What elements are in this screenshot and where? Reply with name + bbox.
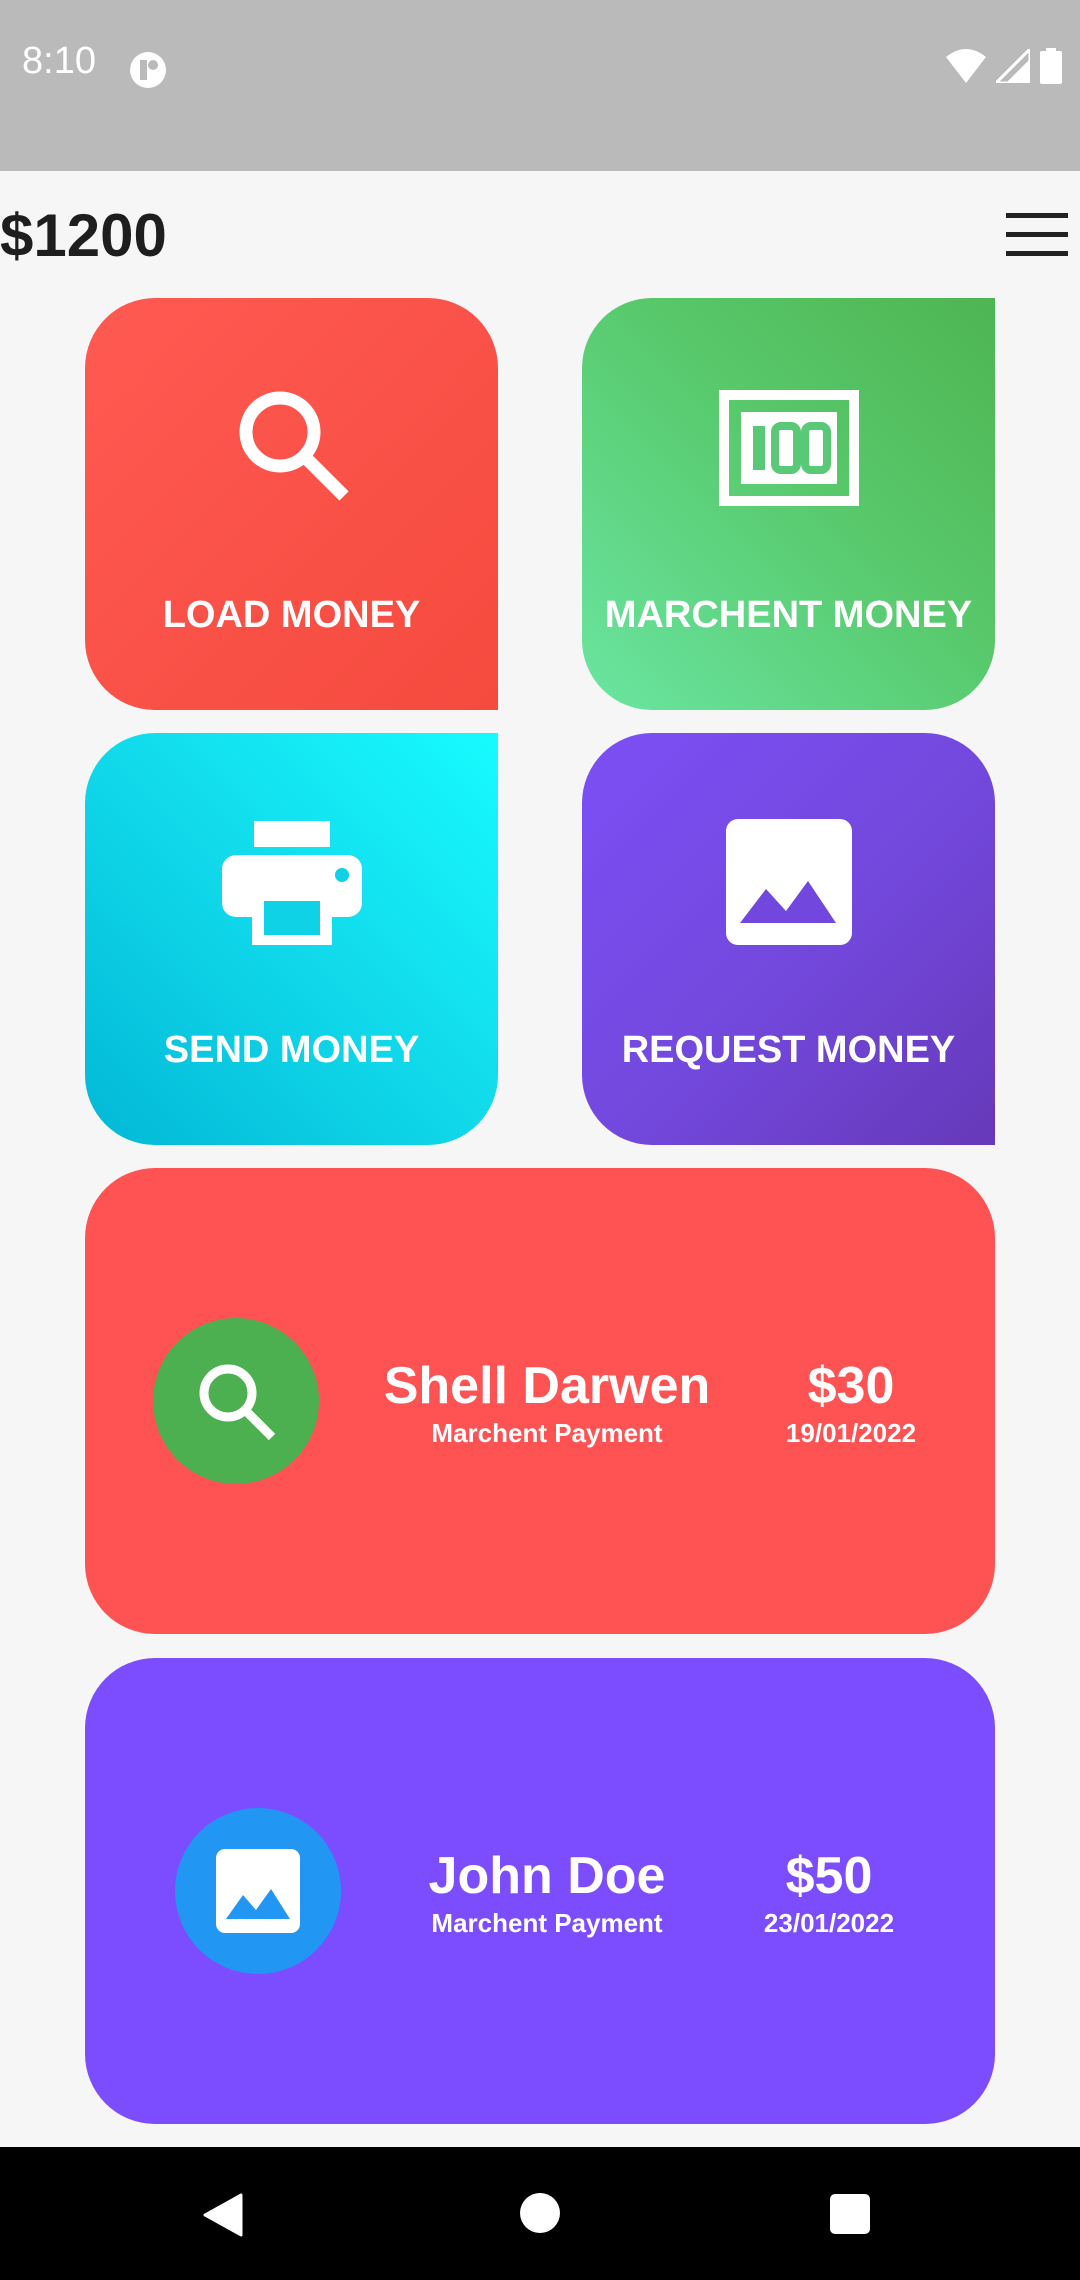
request-money-button[interactable]: REQUEST MONEY bbox=[582, 733, 995, 1145]
marchent-money-button[interactable]: MARCHENT MONEY bbox=[582, 298, 995, 710]
send-money-button[interactable]: SEND MONEY bbox=[85, 733, 498, 1145]
transaction-type: Marchent Payment bbox=[431, 1418, 663, 1448]
transaction-card[interactable]: Shell Darwen Marchent Payment $30 19/01/… bbox=[85, 1168, 995, 1634]
transaction-name: Shell Darwen bbox=[383, 1357, 711, 1415]
avatar bbox=[153, 1318, 319, 1484]
transaction-type: Marchent Payment bbox=[431, 1908, 663, 1938]
transaction-date: 19/01/2022 bbox=[785, 1418, 917, 1448]
send-money-label: SEND MONEY bbox=[163, 1029, 420, 1071]
hamburger-menu-icon[interactable] bbox=[1006, 211, 1070, 259]
request-money-label: REQUEST MONEY bbox=[621, 1029, 956, 1071]
search-icon bbox=[239, 391, 349, 501]
navigation-bar bbox=[0, 2147, 1080, 2280]
image-icon bbox=[216, 1849, 300, 1933]
status-time: 8:10 bbox=[22, 40, 96, 82]
home-icon[interactable] bbox=[520, 2193, 560, 2233]
transaction-date: 23/01/2022 bbox=[763, 1908, 895, 1938]
transaction-amount: $50 bbox=[785, 1847, 873, 1905]
status-bar: 8:10 bbox=[0, 0, 1080, 171]
marchent-money-label: MARCHENT MONEY bbox=[604, 594, 973, 636]
battery-icon bbox=[1040, 48, 1062, 84]
search-icon bbox=[199, 1364, 276, 1441]
header: $1200 bbox=[0, 171, 1080, 291]
money-100-icon bbox=[718, 390, 859, 506]
transaction-card[interactable]: John Doe Marchent Payment $50 23/01/2022 bbox=[85, 1658, 995, 2124]
recents-icon[interactable] bbox=[830, 2194, 870, 2234]
back-icon[interactable] bbox=[203, 2193, 243, 2237]
wifi-icon bbox=[946, 49, 986, 83]
printer-icon bbox=[221, 821, 362, 945]
transaction-amount: $30 bbox=[807, 1357, 895, 1415]
avatar bbox=[175, 1808, 341, 1974]
app-notification-icon bbox=[130, 52, 166, 88]
status-icons bbox=[946, 48, 1062, 84]
transaction-name: John Doe bbox=[428, 1847, 666, 1905]
signal-icon bbox=[996, 49, 1030, 83]
load-money-label: LOAD MONEY bbox=[162, 594, 421, 636]
balance-amount: $1200 bbox=[0, 202, 167, 269]
load-money-button[interactable]: LOAD MONEY bbox=[85, 298, 498, 710]
image-icon bbox=[725, 819, 852, 945]
